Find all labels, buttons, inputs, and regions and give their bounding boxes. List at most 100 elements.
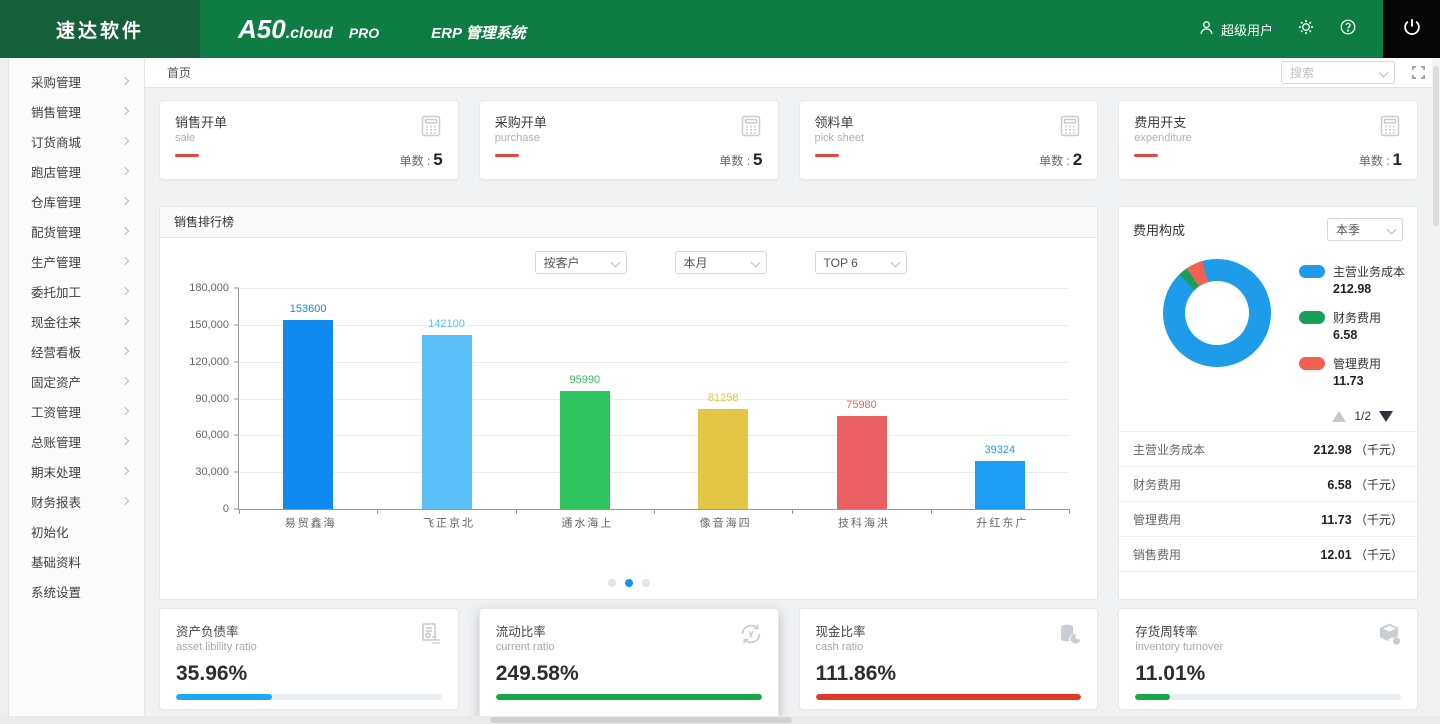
- user-menu[interactable]: 超级用户: [1198, 19, 1273, 39]
- help-icon: [1339, 18, 1357, 41]
- y-axis-label: 30,000: [195, 466, 229, 478]
- calculator-icon: [1057, 113, 1083, 144]
- x-axis-label: 广东 红升: [974, 517, 1026, 529]
- expense-row: 主营业务成本 212.98 （千元）: [1119, 432, 1417, 467]
- help-button[interactable]: [1339, 18, 1357, 41]
- filter-dimension[interactable]: 按客户: [535, 251, 627, 274]
- tab-bar: 首页 搜索: [145, 58, 1440, 88]
- legend-item: 管理费用 11.73: [1299, 355, 1405, 388]
- y-axis-label: 150,000: [189, 319, 229, 331]
- sidebar-item-系统设置[interactable]: 系统设置: [9, 576, 144, 606]
- sidebar-item-期末处理[interactable]: 期末处理: [9, 456, 144, 486]
- sidebar-item-跑店管理[interactable]: 跑店管理: [9, 156, 144, 186]
- stat-card-accent: [1134, 154, 1158, 157]
- stat-card-purchase[interactable]: 采购开单 purchase 单数 :5: [479, 100, 779, 180]
- stat-card-title: 费用开支: [1134, 112, 1402, 131]
- chevron-right-icon: [121, 257, 129, 265]
- sidebar-item-label: 跑店管理: [31, 162, 81, 181]
- chevron-right-icon: [121, 197, 129, 205]
- y-axis-label: 60,000: [195, 429, 229, 441]
- x-axis-label: 上海 水通: [559, 517, 611, 529]
- stat-card-sale[interactable]: 销售开单 sale 单数 :5: [159, 100, 459, 180]
- sidebar-item-订货商城[interactable]: 订货商城: [9, 126, 144, 156]
- sidebar-item-固定资产[interactable]: 固定资产: [9, 366, 144, 396]
- horizontal-scrollbar[interactable]: [0, 716, 1440, 724]
- filter-value: 本月: [684, 254, 708, 271]
- coins-icon: [1057, 621, 1083, 652]
- power-icon: [1401, 16, 1423, 43]
- stat-card-count: 单数 :5: [719, 150, 762, 170]
- legend-item: 主营业务成本 212.98: [1299, 263, 1405, 296]
- sidebar-item-委托加工[interactable]: 委托加工: [9, 276, 144, 306]
- sidebar-scroll-strip[interactable]: [0, 58, 9, 724]
- filter-value: TOP 6: [824, 256, 858, 270]
- y-axis-label: 0: [223, 503, 229, 515]
- carousel-dot-3[interactable]: [642, 579, 650, 587]
- sidebar-item-现金往来[interactable]: 现金往来: [9, 306, 144, 336]
- settings-button[interactable]: [1297, 18, 1315, 41]
- vertical-scrollbar[interactable]: [1432, 58, 1440, 716]
- stat-card-accent: [495, 154, 519, 157]
- bar-海鑫贸易[interactable]: [283, 320, 333, 509]
- chevron-right-icon: [121, 107, 129, 115]
- page-indicator: 1/2: [1354, 409, 1371, 423]
- y-axis-label: 120,000: [189, 356, 229, 368]
- donut-legend: 主营业务成本 212.98 财务费用 6.58 管理费用 11.73: [1299, 263, 1405, 401]
- sidebar-item-配货管理[interactable]: 配货管理: [9, 216, 144, 246]
- chevron-down-icon: [1379, 68, 1389, 78]
- carousel-dot-1[interactable]: [608, 579, 616, 587]
- user-name: 超级用户: [1221, 20, 1273, 39]
- legend-label: 主营业务成本: [1333, 263, 1405, 280]
- sidebar-item-财务报表[interactable]: 财务报表: [9, 486, 144, 516]
- bar-value: 142100: [428, 318, 465, 330]
- sales-ranking-panel: 销售排行榜 按客户 本月 TOP 6 0 30,000 60,000 90,00…: [159, 206, 1098, 600]
- sidebar-item-仓库管理[interactable]: 仓库管理: [9, 186, 144, 216]
- filter-period[interactable]: 本月: [675, 251, 767, 274]
- sidebar-item-label: 工资管理: [31, 402, 81, 421]
- sidebar-item-label: 经营看板: [31, 342, 81, 361]
- stat-card-pick sheet[interactable]: 领料单 pick sheet 单数 :2: [799, 100, 1099, 180]
- logout-button[interactable]: [1383, 0, 1440, 58]
- chevron-right-icon: [121, 77, 129, 85]
- bar-上海水通[interactable]: [560, 391, 610, 509]
- stat-card-subtitle: expenditure: [1134, 132, 1402, 144]
- fullscreen-button[interactable]: [1411, 65, 1426, 80]
- bar-广东红升[interactable]: [975, 461, 1025, 509]
- bar-value: 39324: [985, 444, 1016, 456]
- carousel-dot-2[interactable]: [625, 579, 633, 587]
- sidebar-item-label: 采购管理: [31, 72, 81, 91]
- sidebar-item-销售管理[interactable]: 销售管理: [9, 96, 144, 126]
- filter-top[interactable]: TOP 6: [815, 251, 907, 274]
- kpi-card-asset-libility-ratio[interactable]: 资产负债率 asset libility ratio 35.96%: [159, 608, 459, 710]
- sidebar-item-采购管理[interactable]: 采购管理: [9, 66, 144, 96]
- bar-北京正飞[interactable]: [422, 335, 472, 509]
- expense-label: 销售费用: [1133, 546, 1181, 563]
- sidebar-item-工资管理[interactable]: 工资管理: [9, 396, 144, 426]
- x-axis-label: 北京 正飞: [421, 517, 473, 529]
- page-down-icon[interactable]: [1379, 411, 1393, 422]
- refresh-yen-icon: ¥: [738, 621, 764, 652]
- chevron-right-icon: [121, 497, 129, 505]
- page-up-icon[interactable]: [1332, 411, 1346, 422]
- sidebar-item-初始化[interactable]: 初始化: [9, 516, 144, 546]
- sidebar-item-生产管理[interactable]: 生产管理: [9, 246, 144, 276]
- expense-value: 12.01 （千元）: [1320, 546, 1403, 563]
- sidebar-item-经营看板[interactable]: 经营看板: [9, 336, 144, 366]
- sidebar-item-总账管理[interactable]: 总账管理: [9, 426, 144, 456]
- stat-card-expenditure[interactable]: 费用开支 expenditure 单数 :1: [1118, 100, 1418, 180]
- sidebar-item-label: 订货商城: [31, 132, 81, 151]
- bar-四海音像[interactable]: [698, 409, 748, 509]
- kpi-card-cash-ratio[interactable]: 现金比率 cash ratio 111.86%: [799, 608, 1099, 710]
- period-select[interactable]: 本季: [1327, 218, 1403, 241]
- tab-home[interactable]: 首页: [167, 64, 191, 81]
- kpi-subtitle: inventory turnover: [1135, 641, 1401, 653]
- stat-card-accent: [175, 154, 199, 157]
- kpi-card-current-ratio[interactable]: 流动比率 current ratio ¥ 249.58%: [479, 608, 779, 716]
- search-input[interactable]: 搜索: [1281, 61, 1395, 84]
- kpi-card-inventory-turnover[interactable]: 存货周转率 inventory turnover 11.01%: [1118, 608, 1418, 710]
- expense-label: 主营业务成本: [1133, 441, 1205, 458]
- search-placeholder: 搜索: [1290, 64, 1314, 81]
- bar-洪海科技[interactable]: [837, 416, 887, 509]
- sidebar-item-基础资料[interactable]: 基础资料: [9, 546, 144, 576]
- filter-value: 按客户: [544, 254, 580, 271]
